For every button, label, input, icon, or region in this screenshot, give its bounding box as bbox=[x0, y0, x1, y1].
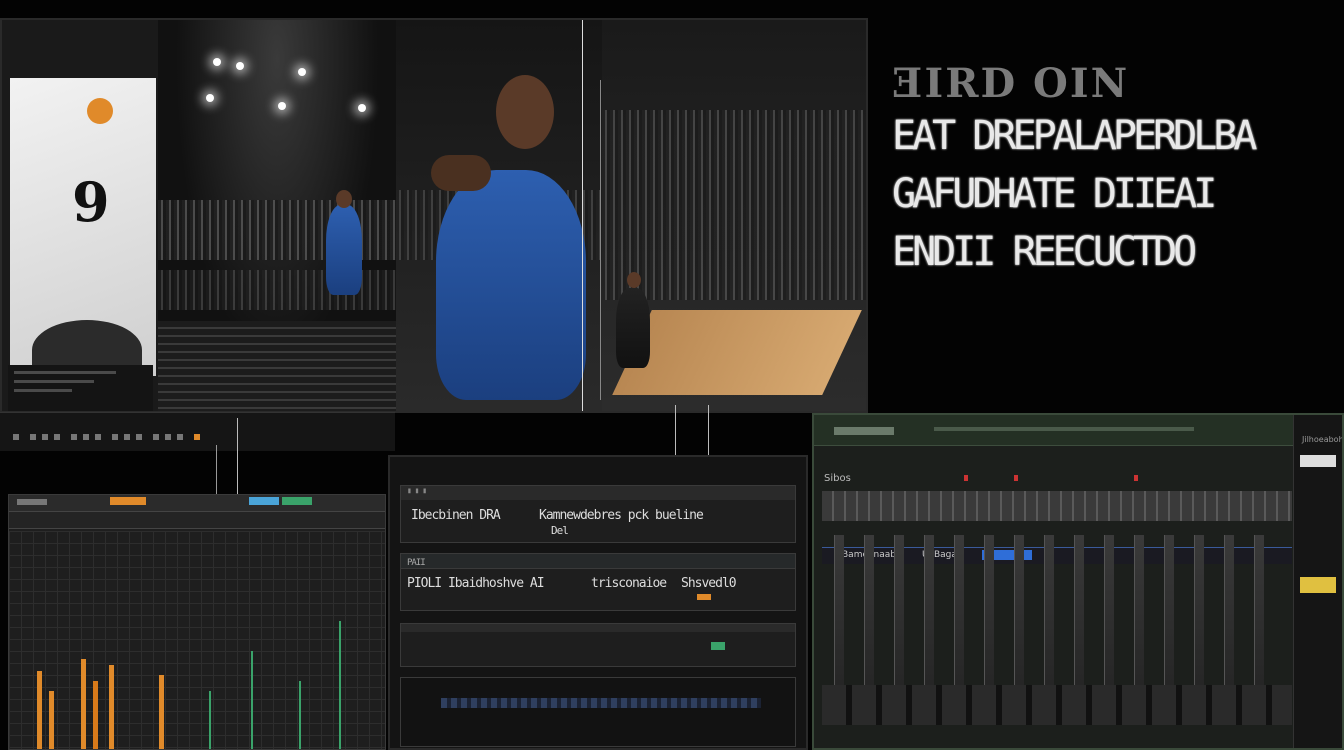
row1-right-label: Kamnewdebres pck bueline bbox=[539, 508, 704, 523]
title-line-2: GAFUDHATE DIIEAI bbox=[892, 171, 1217, 217]
logo-text: ƎIRD OIN bbox=[892, 60, 1130, 107]
player-far bbox=[616, 288, 650, 368]
playhead-line[interactable] bbox=[600, 80, 601, 400]
row2-left-label: PIOLI Ibaidhoshve AI bbox=[407, 576, 545, 591]
player-figure bbox=[326, 205, 362, 295]
mixer-header bbox=[814, 415, 1342, 446]
row1-sub-label: Del bbox=[551, 524, 569, 537]
tab-green[interactable] bbox=[281, 497, 312, 505]
marker-icon[interactable] bbox=[194, 434, 201, 440]
preview-clip-jersey[interactable]: 9 bbox=[2, 20, 160, 411]
timeline-strip[interactable] bbox=[441, 698, 761, 708]
title-line-3: ENDII REECUCTDO bbox=[892, 229, 1197, 275]
preview-clip-court[interactable] bbox=[602, 20, 866, 411]
row2-mid-label: trisconaioe bbox=[591, 576, 667, 591]
title-line-1: EAT DREPALAPERDLBA bbox=[892, 113, 1257, 159]
editor-titlebar bbox=[9, 495, 385, 512]
console-row-2[interactable]: PAII PIOLI Ibaidhoshve AI trisconaioe Sh… bbox=[400, 553, 796, 611]
mixer-side-rack: Jilhoeabohbe bbox=[1293, 415, 1342, 748]
tab-blue[interactable] bbox=[248, 497, 279, 505]
mixer-label-4: Jilhoeabohbe bbox=[1302, 435, 1344, 444]
player-closeup bbox=[436, 170, 586, 400]
mixer-panel: Sibos Bameanaab Ui Bagab Jilhoeabohbe bbox=[812, 413, 1344, 750]
mixer-label-1: Sibos bbox=[824, 473, 851, 484]
console-row-1[interactable]: ▮ ▮ ▮ Ibecbinen DRA Kamnewdebres pck bue… bbox=[400, 485, 796, 543]
row1-left-label: Ibecbinen DRA bbox=[411, 508, 501, 523]
tab-orange[interactable] bbox=[109, 497, 146, 505]
preview-clip-closeup[interactable] bbox=[396, 20, 602, 411]
video-monitor: 9 bbox=[0, 18, 868, 413]
jersey-number: 9 bbox=[72, 170, 110, 234]
play-button[interactable] bbox=[13, 434, 19, 440]
status-led-icon bbox=[711, 642, 725, 650]
row2-tag: PAII bbox=[407, 558, 426, 568]
mixer-bus[interactable]: Bameanaab Ui Bagab bbox=[822, 547, 1292, 564]
transport-bar bbox=[0, 412, 395, 451]
console-row-3[interactable] bbox=[400, 623, 796, 667]
waveform-editor bbox=[8, 494, 386, 750]
button-row[interactable] bbox=[822, 685, 1292, 725]
display-readout bbox=[1300, 455, 1336, 467]
editor-toolbar bbox=[9, 512, 385, 529]
preview-clip-arena[interactable] bbox=[158, 20, 396, 411]
clip-info-panel bbox=[8, 365, 153, 411]
waveform-grid[interactable] bbox=[9, 531, 385, 749]
channel-strip-top[interactable] bbox=[822, 491, 1292, 521]
row2-right-label: Shsvedl0 bbox=[681, 576, 737, 591]
edit-console: ▮ ▮ ▮ Ibecbinen DRA Kamnewdebres pck bue… bbox=[388, 455, 808, 750]
guide-line bbox=[582, 20, 583, 411]
yellow-indicator-icon bbox=[1300, 577, 1336, 593]
basketball-icon bbox=[87, 98, 113, 124]
title-overlay: ƎIRD OIN EAT DREPALAPERDLBA GAFUDHATE DI… bbox=[892, 60, 1332, 281]
court-floor bbox=[158, 321, 396, 411]
orange-flag-icon bbox=[697, 594, 711, 600]
console-row-4[interactable] bbox=[400, 677, 796, 747]
